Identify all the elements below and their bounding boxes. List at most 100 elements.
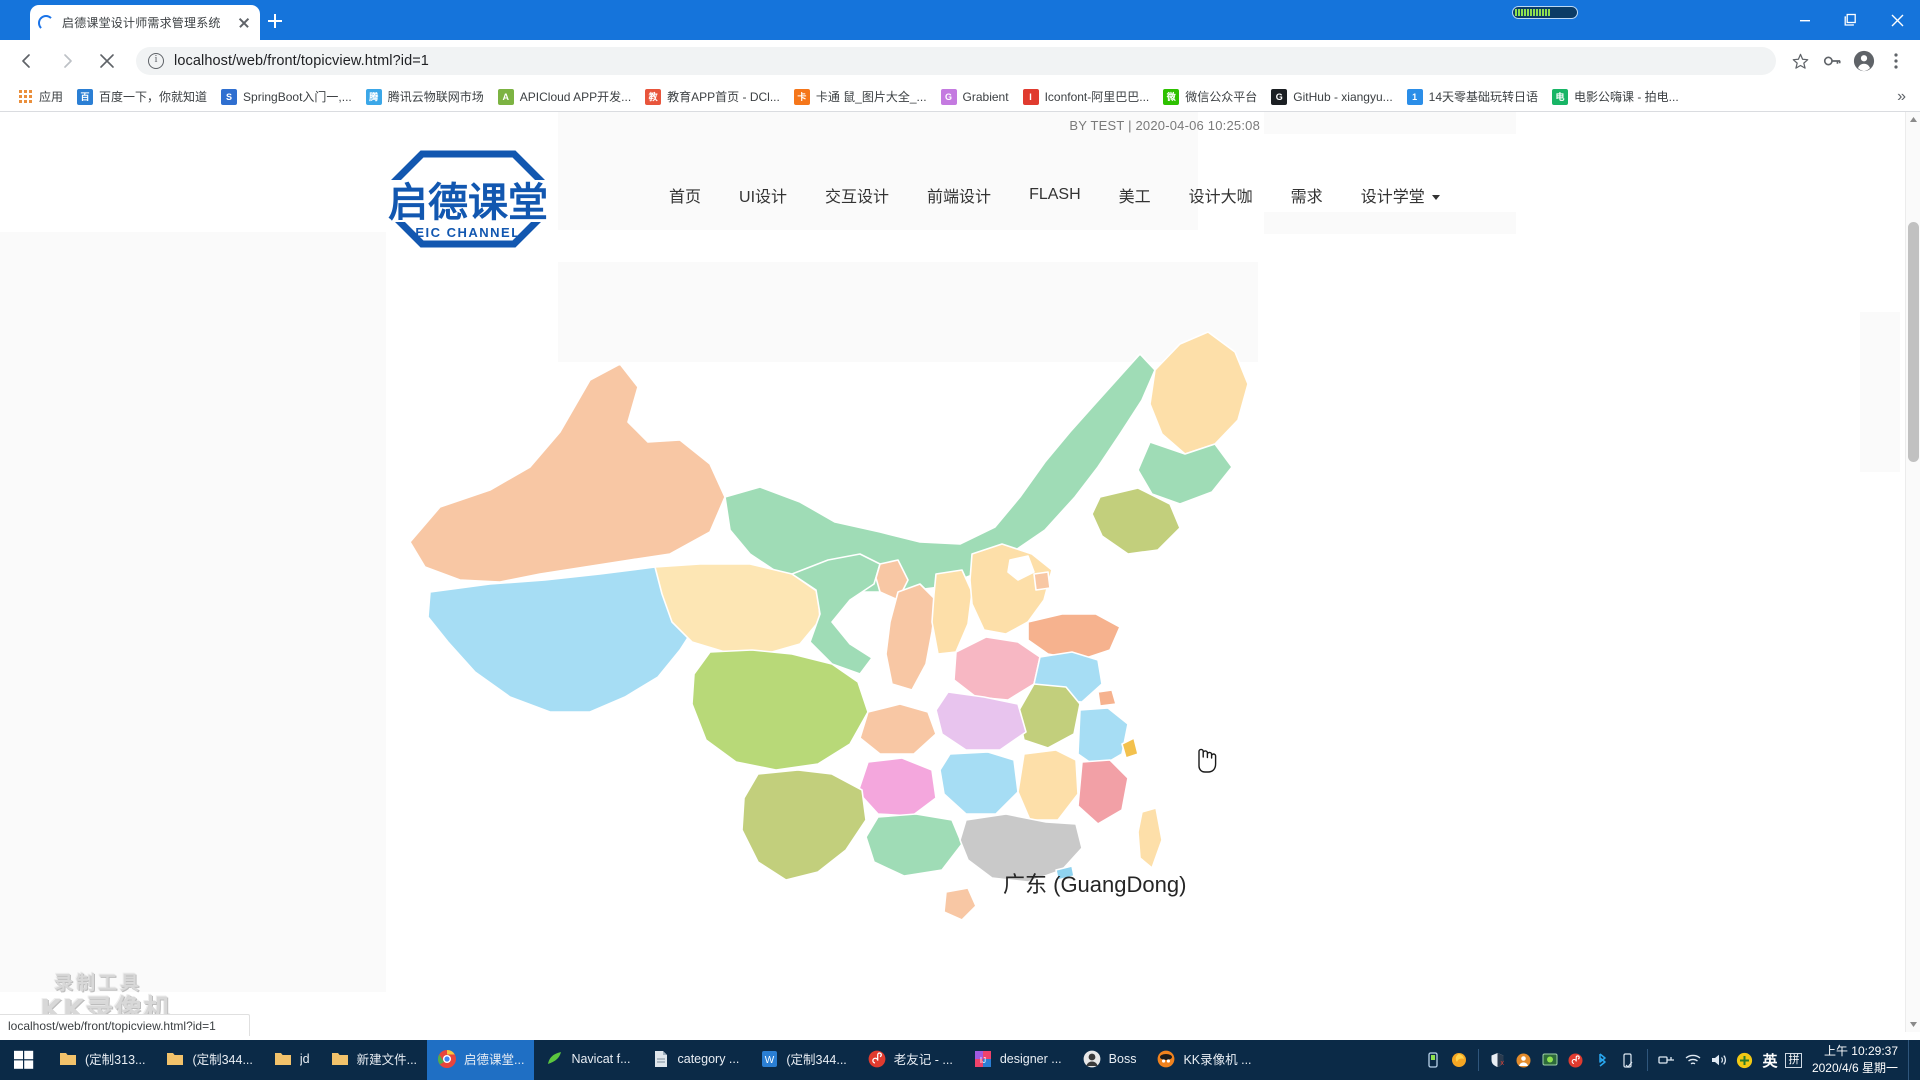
bookmark-item[interactable]: 腾腾讯云物联网市场 [359, 85, 491, 109]
ime-plus-icon[interactable] [1732, 1040, 1758, 1080]
site-nav-item[interactable]: FLASH [1029, 186, 1081, 204]
taskbar-item[interactable]: IJ designer ... [963, 1040, 1072, 1080]
bookmark-label: 电影公嗨课 - 拍电... [1574, 90, 1679, 104]
site-nav-item[interactable]: 需求 [1291, 183, 1323, 207]
forward-arrow-icon[interactable] [50, 44, 84, 78]
close-button[interactable] [1874, 0, 1920, 40]
taskbar-item[interactable]: 启德课堂... [427, 1040, 535, 1080]
taskbar-item[interactable]: 新建文件... [320, 1040, 427, 1080]
windows-start-icon[interactable] [0, 1040, 48, 1080]
china-map[interactable]: 广东 (GuangDong) [380, 292, 1280, 992]
user-avatar-tray-icon[interactable] [1511, 1040, 1537, 1080]
province-hunan[interactable] [939, 751, 1019, 815]
bluetooth-icon[interactable] [1589, 1040, 1615, 1080]
bookmark-item[interactable]: 教教育APP首页 - DCl... [638, 85, 787, 109]
bookmark-item[interactable]: G Grabient [934, 85, 1016, 109]
taskbar-item[interactable]: KK录像机 ... [1146, 1040, 1261, 1080]
back-arrow-icon[interactable] [10, 44, 44, 78]
province-tianjin[interactable] [1033, 571, 1051, 591]
taskbar-item[interactable]: jd [263, 1040, 320, 1080]
taskbar-item-label: KK录像机 ... [1183, 1053, 1252, 1067]
province-heilongjiang[interactable] [1149, 331, 1249, 455]
bookmark-item[interactable]: 微微信公众平台 [1156, 85, 1264, 109]
province-yunnan[interactable] [741, 769, 867, 881]
province-shanghai[interactable] [1097, 689, 1117, 707]
browser-toolbar: localhost/web/front/topicview.html?id=1 [0, 40, 1920, 82]
tab-close-icon[interactable] [236, 15, 252, 31]
wifi-icon[interactable] [1680, 1040, 1706, 1080]
site-nav-item[interactable]: 首页 [669, 183, 701, 207]
province-shanxi[interactable] [931, 569, 973, 655]
taskbar-item[interactable]: 老友记 - ... [857, 1040, 963, 1080]
site-nav-item[interactable]: 前端设计 [927, 183, 991, 207]
maximize-restore-button[interactable] [1828, 0, 1874, 40]
taskbar-item[interactable]: (定制313... [48, 1040, 155, 1080]
minimize-button[interactable] [1782, 0, 1828, 40]
show-desktop-button[interactable] [1908, 1040, 1914, 1080]
ime-language-indicator[interactable]: 英 [1758, 1040, 1782, 1080]
taskbar-item[interactable]: category ... [641, 1040, 750, 1080]
bookmark-item[interactable]: 电电影公嗨课 - 拍电... [1545, 85, 1686, 109]
usb-icon[interactable] [1420, 1040, 1446, 1080]
province-anhui[interactable] [1017, 683, 1081, 749]
browser-tab[interactable]: 启德课堂设计师需求管理系统 [30, 5, 260, 40]
scroll-up-arrow-icon[interactable] [1906, 112, 1920, 127]
firefox-icon[interactable] [1446, 1040, 1472, 1080]
bookmark-star-icon[interactable] [1784, 45, 1816, 77]
new-tab-button[interactable] [258, 6, 292, 36]
bookmark-item[interactable]: G GitHub - xiangyu... [1264, 85, 1399, 109]
taskbar-item[interactable]: W (定制344... [749, 1040, 856, 1080]
province-zhejiang[interactable] [1077, 707, 1129, 769]
bookmark-item[interactable]: A APICloud APP开发... [491, 85, 638, 109]
province-shaanxi[interactable] [885, 583, 937, 691]
bookmarks-overflow-icon[interactable]: » [1897, 88, 1906, 106]
province-fujian[interactable] [1077, 759, 1129, 825]
site-nav-item[interactable]: 设计大咖 [1189, 183, 1253, 207]
address-bar[interactable]: localhost/web/front/topicview.html?id=1 [136, 47, 1776, 75]
province-guangxi[interactable] [865, 813, 963, 877]
site-nav-item[interactable]: UI设计 [739, 183, 787, 207]
taskbar-item[interactable]: (定制344... [155, 1040, 262, 1080]
chrome-menu-icon[interactable] [1880, 45, 1912, 77]
bookmark-item[interactable]: 应用 [10, 85, 70, 109]
ime-pinyin-indicator[interactable]: 拼 [1782, 1040, 1806, 1080]
netease-music-tray-icon[interactable] [1563, 1040, 1589, 1080]
province-hainan[interactable] [943, 887, 977, 921]
site-logo[interactable]: 启德课堂 EIC CHANNEL [378, 146, 558, 254]
province-hubei[interactable] [935, 691, 1027, 751]
site-nav-item[interactable]: 美工 [1119, 183, 1151, 207]
usb-eject-icon[interactable] [1615, 1040, 1641, 1080]
bookmark-item[interactable]: I Iconfont-阿里巴巴... [1016, 85, 1157, 109]
volume-icon[interactable] [1706, 1040, 1732, 1080]
network-icon[interactable] [1654, 1040, 1680, 1080]
province-taiwan[interactable] [1137, 807, 1163, 869]
bookmark-item[interactable]: 1 14天零基础玩转日语 [1400, 85, 1545, 109]
bookmark-item[interactable]: 百百度一下，你就知道 [70, 85, 214, 109]
province-inner-mongolia[interactable] [724, 353, 1156, 593]
scroll-down-arrow-icon[interactable] [1906, 1017, 1920, 1032]
password-key-icon[interactable] [1816, 45, 1848, 77]
bookmark-label: 百度一下，你就知道 [99, 90, 208, 104]
taskbar-item-label: (定制344... [786, 1053, 847, 1067]
page-vertical-scrollbar[interactable] [1905, 112, 1920, 1032]
province-guizhou[interactable] [857, 757, 937, 817]
bookmark-item[interactable]: 卡卡通 鼠_图片大全_... [787, 85, 934, 109]
site-info-icon[interactable] [148, 53, 164, 69]
taskbar-clock[interactable]: 上午 10:29:37 2020/4/6 星期一 [1806, 1043, 1908, 1077]
scrollbar-thumb[interactable] [1908, 222, 1919, 462]
site-nav-item[interactable]: 交互设计 [825, 183, 889, 207]
taskbar-item-label: category ... [677, 1051, 740, 1066]
province-xinjiang[interactable] [409, 363, 726, 583]
screen-share-icon[interactable] [1537, 1040, 1563, 1080]
bookmark-item[interactable]: S SpringBoot入门一,... [214, 85, 359, 109]
stop-loading-icon[interactable] [90, 44, 124, 78]
site-nav-item[interactable]: 设计学堂 [1361, 183, 1440, 207]
security-shield-icon[interactable]: x [1485, 1040, 1511, 1080]
taskbar-item-label: (定制313... [85, 1053, 146, 1067]
province-henan[interactable] [953, 636, 1041, 701]
taskbar-item[interactable]: Boss [1072, 1040, 1147, 1080]
province-jiangxi[interactable] [1017, 749, 1079, 821]
profile-avatar-icon[interactable] [1848, 45, 1880, 77]
province-chongqing[interactable] [859, 703, 937, 755]
taskbar-item[interactable]: Navicat f... [534, 1040, 640, 1080]
